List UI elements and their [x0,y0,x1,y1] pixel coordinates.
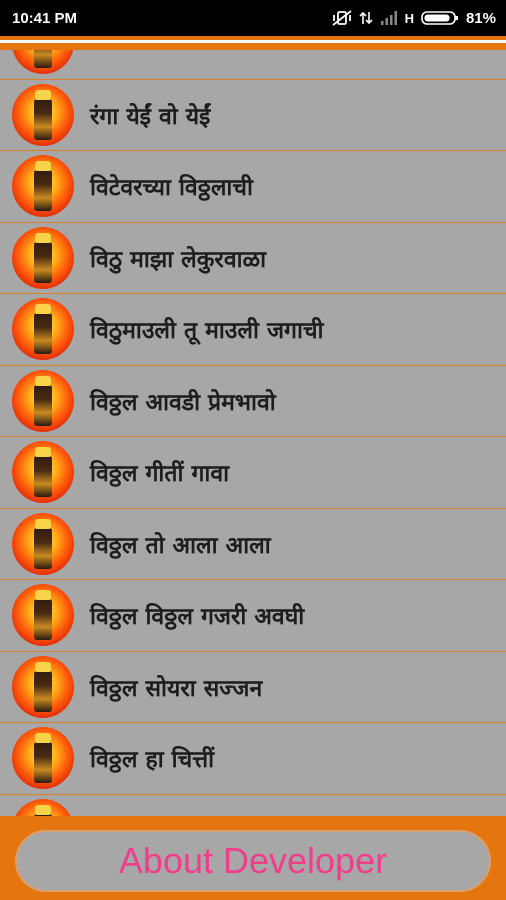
list-item-label: विठु माझा लेकुरवाळा [90,246,267,273]
about-developer-button[interactable]: About Developer [15,830,491,892]
vitthal-avatar [12,369,74,432]
footer-bar: About Developer [0,816,506,900]
crown-shape [35,518,51,529]
figure-shape [34,50,52,69]
list-item[interactable] [0,50,506,80]
list-item-label: विठ्ठल सोयरा सज्जन [90,675,263,702]
list-item[interactable] [0,795,506,816]
crown-shape [35,232,51,243]
list-item-label: विठ्ठल तो आला आला [90,532,271,559]
song-list[interactable]: रंगा येईं वो येईं विटेवरच्या विठ्ठलाची विठ… [0,50,506,816]
crown-shape [35,661,51,672]
figure-shape [34,167,52,212]
list-item[interactable]: विठुमाउली तू माउली जगाची [0,294,506,366]
figure-shape [34,739,52,784]
vitthal-avatar [12,727,74,790]
crown-shape [35,804,51,815]
list-item[interactable]: विठ्ठल आवडी प्रेमभावो [0,366,506,437]
vibrate-off-icon [332,10,352,26]
vitthal-avatar [12,798,74,816]
data-transfer-icon [359,10,373,26]
battery-percent: 81% [465,9,496,27]
network-type: H [404,10,414,26]
crown-shape [35,447,51,458]
crown-shape [35,304,51,315]
vitthal-avatar [12,584,74,647]
list-item[interactable]: विठ्ठल विठ्ठल गजरी अवघी [0,580,506,652]
header-divider [0,40,506,43]
figure-shape [34,667,52,712]
list-item[interactable]: रंगा येईं वो येईं [0,80,506,151]
vitthal-avatar [12,83,74,146]
list-item[interactable]: विठ्ठल हा चित्तीं [0,723,506,795]
list-item[interactable]: विठ्ठल गीतीं गावा [0,437,506,509]
vitthal-avatar [12,155,74,218]
crown-shape [35,375,51,386]
list-item-label: रंगा येईं वो येईं [90,103,211,130]
crown-shape [35,89,51,100]
vitthal-avatar [12,441,74,504]
list-item-label: विठ्ठल आवडी प्रेमभावो [90,389,276,416]
signal-icon [380,10,398,26]
status-bar: 10:41 PM H 81% [0,0,506,36]
list-item-label: विटेवरच्या विठ्ठलाची [90,175,253,202]
vitthal-avatar [12,655,74,718]
crown-shape [35,733,51,744]
header-bar [0,36,506,50]
crown-shape [35,590,51,601]
vitthal-avatar [12,50,74,75]
battery-icon [421,10,459,26]
figure-shape [34,95,52,140]
list-item-label: विठ्ठल हा चित्तीं [90,747,215,774]
list-item-label: विठुमाउली तू माउली जगाची [90,318,324,345]
status-time: 10:41 PM [12,9,78,27]
figure-shape [34,310,52,355]
list-item[interactable]: विठ्ठल सोयरा सज्जन [0,652,506,723]
figure-shape [34,524,52,569]
list-item-label: विठ्ठल गीतीं गावा [90,461,230,488]
status-icons: H 81% [332,10,496,27]
list-item[interactable]: विठु माझा लेकुरवाळा [0,223,506,294]
list-item[interactable]: विटेवरच्या विठ्ठलाची [0,151,506,223]
crown-shape [35,161,51,172]
figure-shape [34,238,52,283]
figure-shape [34,381,52,426]
list-item-label: विठ्ठल विठ्ठल गजरी अवघी [90,604,305,631]
figure-shape [34,596,52,641]
list-item[interactable]: विठ्ठल तो आला आला [0,509,506,580]
vitthal-avatar [12,226,74,289]
vitthal-avatar [12,512,74,575]
vitthal-avatar [12,298,74,361]
figure-shape [34,453,52,498]
